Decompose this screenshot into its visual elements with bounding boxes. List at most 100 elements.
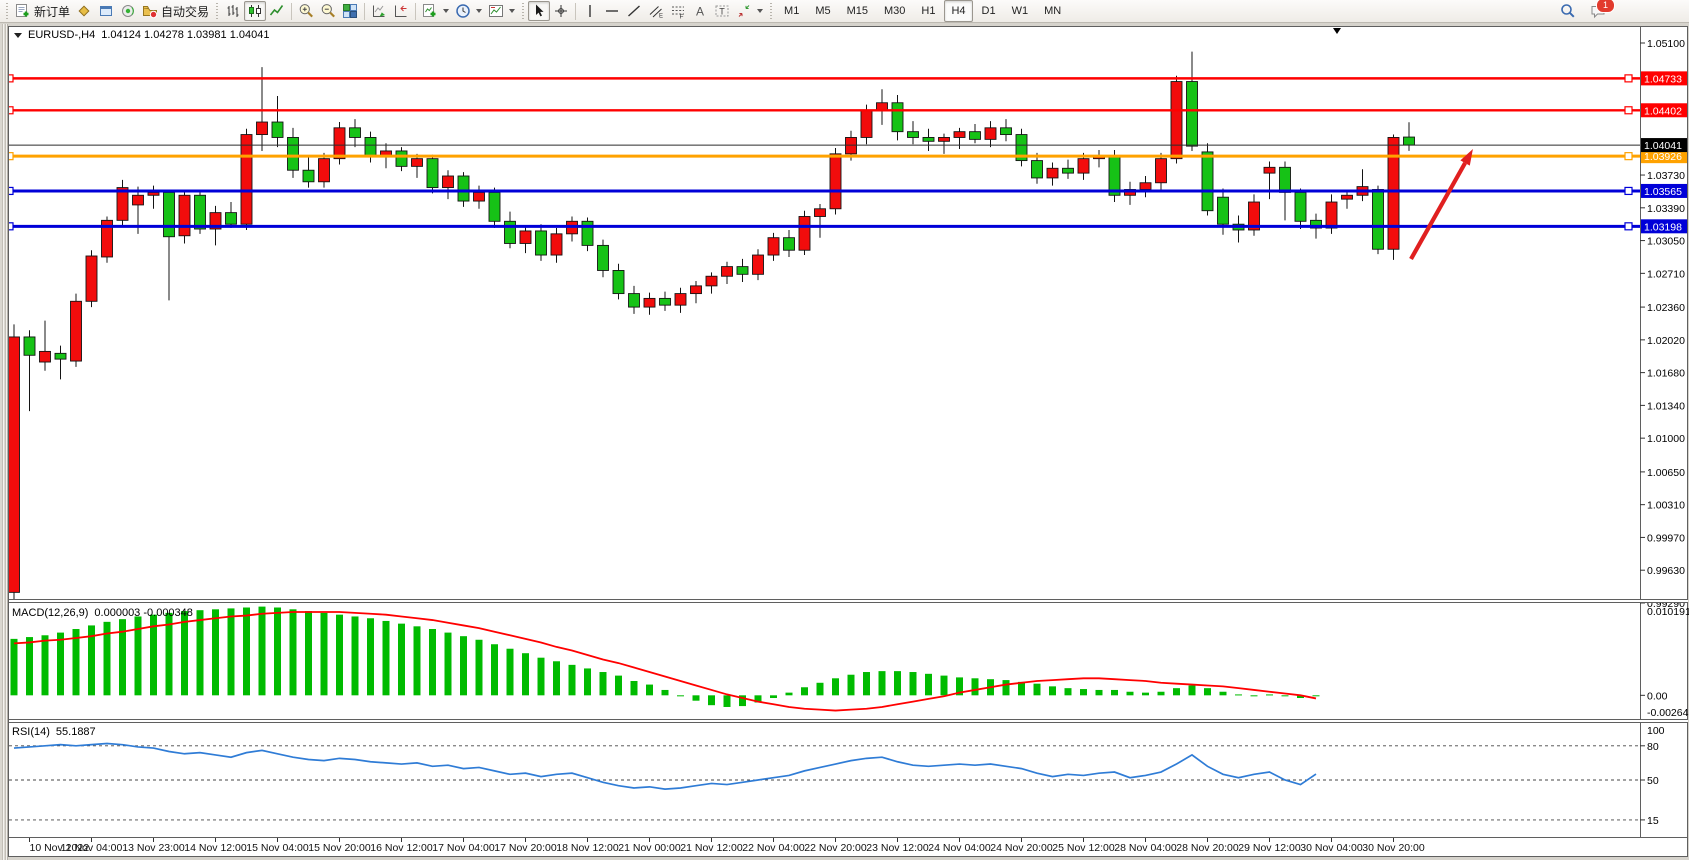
- macd-histogram-bar: [646, 685, 653, 696]
- fibonacci-icon: F: [670, 3, 686, 19]
- periods-button[interactable]: [452, 1, 485, 21]
- new-order-button[interactable]: 新订单: [12, 1, 73, 21]
- templates-button[interactable]: [485, 1, 518, 21]
- macd-histogram-bar: [615, 676, 622, 696]
- trendline-icon: [626, 3, 642, 19]
- new-chart-button[interactable]: [419, 1, 452, 21]
- zoom-in-button[interactable]: [295, 1, 317, 21]
- candle: [1218, 197, 1229, 224]
- candle: [691, 286, 702, 294]
- fibonacci-button[interactable]: F: [667, 1, 689, 21]
- macd-histogram-bar: [290, 609, 297, 695]
- timeframe-d1-button[interactable]: D1: [975, 0, 1003, 22]
- line-handle[interactable]: [1625, 75, 1632, 82]
- navigator-button[interactable]: [95, 1, 117, 21]
- macd-histogram-bar: [367, 618, 374, 695]
- price-badge-label: 1.04733: [1644, 73, 1682, 85]
- vertical-line-button[interactable]: [579, 1, 601, 21]
- timeframe-m15-button[interactable]: M15: [840, 0, 875, 22]
- chevron-down-icon[interactable]: [443, 9, 449, 13]
- arrow-objects-button[interactable]: [733, 1, 766, 21]
- macd-histogram-bar: [42, 635, 49, 695]
- macd-histogram-bar: [863, 672, 870, 695]
- timeframe-m30-button[interactable]: M30: [877, 0, 912, 22]
- candle: [1404, 137, 1415, 145]
- macd-histogram-bar: [910, 672, 917, 695]
- timeframe-m5-button[interactable]: M5: [808, 0, 837, 22]
- line-handle[interactable]: [1625, 153, 1632, 160]
- line-handle[interactable]: [6, 223, 13, 230]
- time-axis[interactable]: 10 Nov 202211 Nov 04:0013 Nov 23:0014 No…: [9, 838, 1688, 855]
- navigator-icon: [98, 3, 114, 19]
- equidistant-channel-button[interactable]: E: [645, 1, 667, 21]
- macd-histogram-bar: [491, 644, 498, 695]
- horizontal-line-button[interactable]: [601, 1, 623, 21]
- chat-button[interactable]: 1: [1587, 1, 1609, 21]
- trendline-button[interactable]: [623, 1, 645, 21]
- line-handle[interactable]: [6, 75, 13, 82]
- candle: [815, 209, 826, 217]
- zoom-in-icon: [298, 3, 314, 19]
- chevron-down-icon[interactable]: [476, 9, 482, 13]
- price-badge-label: 1.04041: [1644, 140, 1682, 152]
- crosshair-button[interactable]: [550, 1, 572, 21]
- text-button[interactable]: A: [689, 1, 711, 21]
- price-tick-label: 1.01000: [1647, 433, 1685, 445]
- chevron-down-icon[interactable]: [509, 9, 515, 13]
- candle: [598, 245, 609, 270]
- macd-histogram-bar: [972, 678, 979, 695]
- candle: [784, 238, 795, 251]
- trend-arrow-object[interactable]: [1411, 149, 1473, 259]
- chart-menu-icon[interactable]: [14, 33, 22, 38]
- line-handle[interactable]: [1625, 187, 1632, 194]
- chevron-down-icon[interactable]: [757, 9, 763, 13]
- macd-histogram-bar: [243, 608, 250, 696]
- macd-histogram-bar: [817, 683, 824, 696]
- line-chart-button[interactable]: [266, 1, 288, 21]
- timeframe-h4-button[interactable]: H4: [944, 0, 972, 22]
- autotrade-button[interactable]: 自动交易: [139, 1, 212, 21]
- chart-shift-button[interactable]: [390, 1, 412, 21]
- svg-text:A: A: [696, 5, 704, 19]
- candle: [272, 122, 283, 137]
- bar-chart-button[interactable]: [222, 1, 244, 21]
- timeframe-w1-button[interactable]: W1: [1005, 0, 1036, 22]
- zoom-out-button[interactable]: [317, 1, 339, 21]
- line-handle[interactable]: [6, 107, 13, 114]
- panel-splitter-macd[interactable]: [9, 599, 1688, 603]
- search-button[interactable]: [1557, 1, 1579, 21]
- chart-shift-marker-icon[interactable]: [1333, 28, 1341, 34]
- price-tick-label: 1.00310: [1647, 500, 1685, 512]
- bar-chart-icon: [225, 3, 241, 19]
- cursor-button[interactable]: [528, 1, 550, 21]
- time-tick-label: 15 Nov 20:00: [308, 842, 371, 854]
- toolbar-grip: [520, 3, 526, 20]
- profile-button[interactable]: [73, 1, 95, 21]
- candle: [427, 159, 438, 188]
- timeframe-mn-button[interactable]: MN: [1037, 0, 1068, 22]
- candle: [55, 353, 66, 359]
- macd-histogram-bar: [770, 695, 777, 698]
- macd-histogram-bar: [1127, 692, 1134, 696]
- macd-histogram-bar: [538, 658, 545, 696]
- auto-scroll-button[interactable]: [368, 1, 390, 21]
- tile-windows-button[interactable]: [339, 1, 361, 21]
- timeframe-m1-button[interactable]: M1: [777, 0, 806, 22]
- candle: [1202, 152, 1213, 211]
- line-handle[interactable]: [6, 187, 13, 194]
- text-label-button[interactable]: T: [711, 1, 733, 21]
- line-handle[interactable]: [1625, 107, 1632, 114]
- time-tick-label: 21 Nov 12:00: [680, 842, 743, 854]
- line-handle[interactable]: [1625, 223, 1632, 230]
- macd-histogram-bar: [786, 693, 793, 696]
- svg-text:F: F: [680, 14, 684, 20]
- panel-splitter-rsi[interactable]: [9, 719, 1688, 723]
- alerts-button[interactable]: [117, 1, 139, 21]
- timeframe-h1-button[interactable]: H1: [914, 0, 942, 22]
- macd-histogram-bar: [398, 624, 405, 696]
- candle: [923, 137, 934, 141]
- line-handle[interactable]: [6, 153, 13, 160]
- candlestick-chart-button[interactable]: [244, 1, 266, 21]
- rsi-axis-label: 50: [1647, 775, 1659, 787]
- price-axis[interactable]: 1.051001.037301.033901.030501.027101.023…: [1640, 27, 1689, 837]
